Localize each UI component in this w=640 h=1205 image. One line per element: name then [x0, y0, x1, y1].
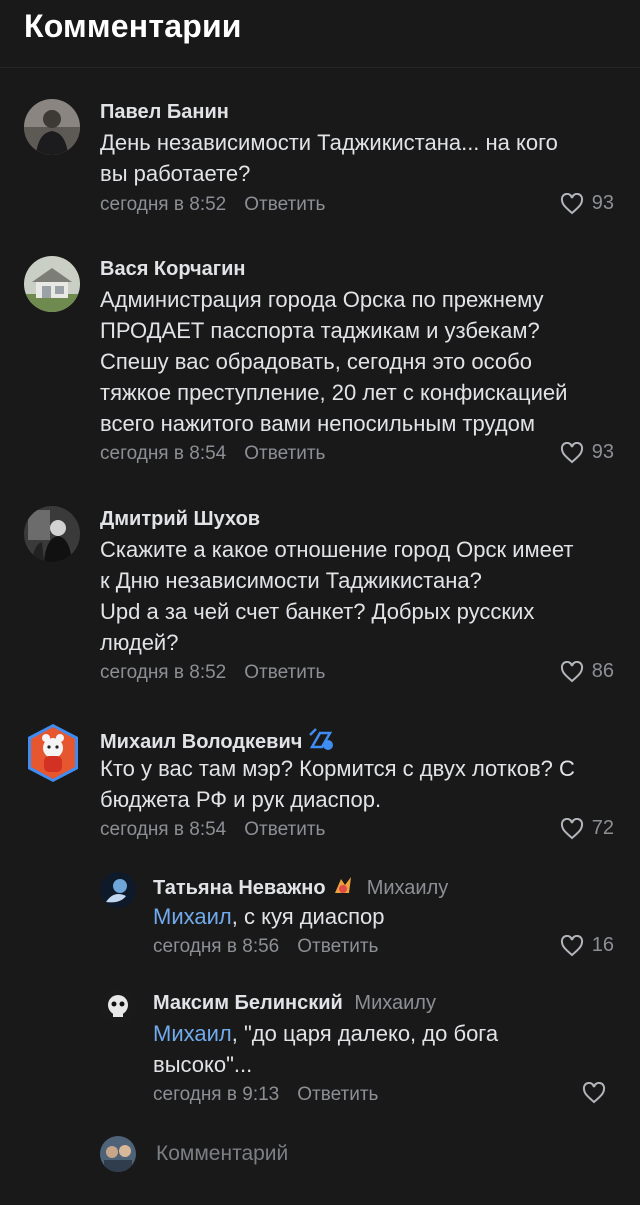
- comment-text-line: всего нажитого вами непосильным трудом: [100, 411, 535, 436]
- emoji-badge-icon: [335, 877, 352, 893]
- reply-to-label[interactable]: Михаилу: [354, 992, 436, 1014]
- comment-text-line: Спешу вас обрадовать, сегодня это особо: [100, 349, 532, 374]
- like-count: 93: [591, 192, 614, 214]
- reply-author[interactable]: Татьяна Неважно Михаилу: [153, 875, 448, 900]
- mention-link[interactable]: Михаил: [153, 1021, 232, 1046]
- like-count: 86: [591, 660, 614, 682]
- like-button[interactable]: 93: [560, 441, 614, 464]
- comment-text-line: людей?: [100, 630, 179, 655]
- like-button[interactable]: 16: [560, 934, 614, 957]
- comment-time: сегодня в 8:52: [100, 662, 227, 683]
- comment-meta: сегодня в 8:52 Ответить: [100, 662, 325, 684]
- reply-text-fragment: , с куя диаспор: [231, 904, 385, 929]
- comment-input[interactable]: Комментарий: [156, 1142, 288, 1166]
- reply-text-line: высоко"...: [153, 1052, 253, 1077]
- avatar[interactable]: [100, 989, 136, 1025]
- reply-author[interactable]: Максим Белинский Михаилу: [153, 992, 436, 1015]
- reply-text-line: Михаил, с куя диаспор: [153, 901, 384, 932]
- comment-text-line: День независимости Таджикистана... на ко…: [100, 130, 558, 155]
- reply-button[interactable]: Ответить: [244, 819, 325, 840]
- comment-author-name: Михаил Володкевич: [100, 731, 303, 753]
- comment-author[interactable]: Павел Банин: [100, 101, 229, 124]
- avatar[interactable]: [100, 872, 136, 908]
- comment-text: Скажите а какое отношение город Орск име…: [100, 534, 573, 658]
- avatar[interactable]: [24, 256, 80, 312]
- comment-text: Администрация города Орска по прежнему П…: [100, 284, 567, 439]
- current-user-avatar: [100, 1136, 136, 1172]
- like-button[interactable]: 93: [560, 192, 614, 215]
- comment-meta: сегодня в 8:54 Ответить: [100, 443, 325, 465]
- comment-text: Кто у вас там мэр? Кормится с двух лотко…: [100, 753, 575, 815]
- reply-button[interactable]: Ответить: [297, 936, 378, 957]
- page-title: Комментарии: [24, 8, 242, 44]
- heart-icon: [560, 817, 583, 839]
- comment-meta: сегодня в 8:54 Ответить: [100, 819, 325, 841]
- reply-time: сегодня в 9:13: [153, 1084, 280, 1105]
- reply-text: Михаил, "до царя далеко, до бога высоко"…: [153, 1018, 498, 1080]
- comment-time: сегодня в 8:54: [100, 819, 227, 840]
- heart-icon: [560, 441, 583, 463]
- reply-author-name: Максим Белинский: [153, 992, 343, 1014]
- comment-text-line: ПРОДАЕТ пасспорта таджикам и узбекам?: [100, 318, 540, 343]
- reply-button[interactable]: Ответить: [244, 443, 325, 464]
- comment-text-line: Скажите а какое отношение город Орск име…: [100, 537, 574, 562]
- comment-composer: Комментарий: [0, 1128, 640, 1184]
- comment-text-line: бюджета РФ и рук диаспор.: [100, 787, 382, 812]
- like-count: 72: [591, 817, 614, 839]
- heart-icon: [560, 934, 583, 956]
- like-count: 93: [591, 441, 614, 463]
- reply-button[interactable]: Ответить: [244, 662, 325, 683]
- reply-button[interactable]: Ответить: [244, 194, 325, 215]
- heart-icon: [560, 192, 583, 214]
- comment-text-line: тяжкое преступление, 20 лет с конфискаци…: [100, 380, 568, 405]
- like-button[interactable]: [582, 1082, 614, 1104]
- reply-meta: сегодня в 9:13 Ответить: [153, 1084, 378, 1106]
- comment-meta: сегодня в 8:52 Ответить: [100, 194, 325, 216]
- like-button[interactable]: 72: [560, 817, 614, 840]
- avatar[interactable]: [24, 99, 80, 155]
- avatar[interactable]: [22, 722, 84, 784]
- comment-time: сегодня в 8:52: [100, 194, 227, 215]
- comment-text-line: Администрация города Орска по прежнему: [100, 287, 544, 312]
- comment-text-line: к Дню независимости Таджикистана?: [100, 568, 482, 593]
- reply-text: Михаил, с куя диаспор: [153, 901, 384, 932]
- comment-author[interactable]: Михаил Володкевич: [100, 727, 336, 754]
- like-button[interactable]: 86: [560, 660, 614, 683]
- comment-text: День независимости Таджикистана... на ко…: [100, 127, 558, 189]
- reply-meta: сегодня в 8:56 Ответить: [153, 936, 378, 958]
- comment-time: сегодня в 8:54: [100, 443, 227, 464]
- reply-button[interactable]: Ответить: [297, 1084, 378, 1105]
- like-count: 16: [591, 934, 614, 956]
- mention-link[interactable]: Михаил: [153, 904, 232, 929]
- reply-time: сегодня в 8:56: [153, 936, 280, 957]
- comment-author[interactable]: Дмитрий Шухов: [100, 508, 260, 531]
- comment-author[interactable]: Вася Корчагин: [100, 258, 246, 281]
- comment-text-line: вы работаете?: [100, 161, 251, 186]
- reply-to-label[interactable]: Михаилу: [367, 877, 449, 899]
- reply-author-name: Татьяна Неважно: [153, 877, 326, 899]
- header-bar: Комментарии: [0, 0, 640, 68]
- comment-text-line: Upd а за чей счет банкет? Добрых русских: [100, 599, 535, 624]
- avatar[interactable]: [24, 506, 80, 562]
- reply-text-fragment: , "до царя далеко, до бога: [231, 1021, 499, 1046]
- reply-text-line: Михаил, "до царя далеко, до бога: [153, 1018, 498, 1049]
- heart-icon: [582, 1082, 606, 1104]
- heart-icon: [560, 660, 583, 682]
- comment-text-line: Кто у вас там мэр? Кормится с двух лотко…: [100, 756, 575, 781]
- badge-icon: [309, 728, 333, 750]
